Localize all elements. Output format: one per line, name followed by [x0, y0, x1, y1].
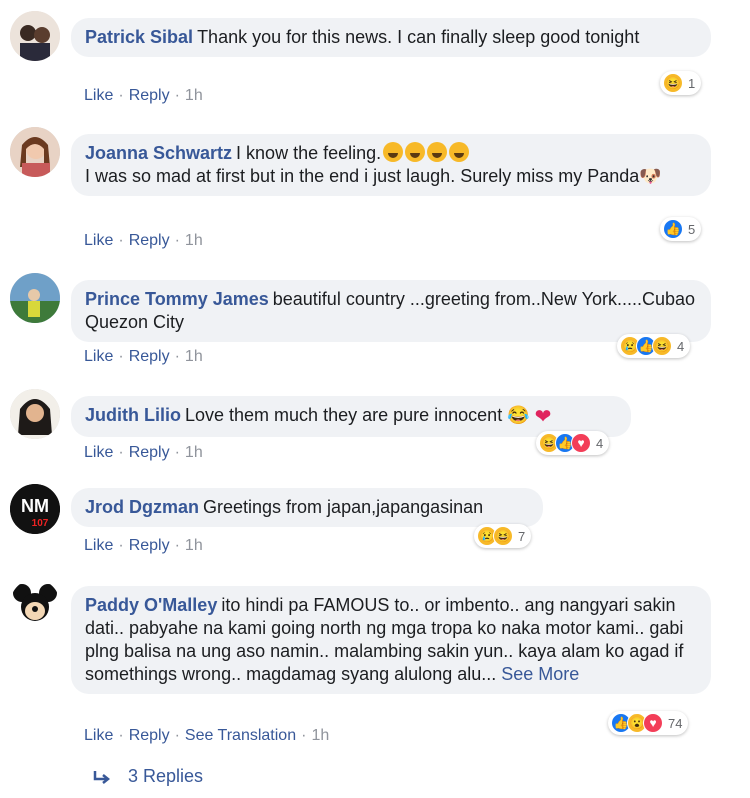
comment-actions: Like · Reply · 1h [84, 348, 203, 365]
reaction-summary[interactable]: 😆 1 [660, 71, 702, 95]
heart-emoji-icon: ❤ [534, 406, 552, 428]
grin-emoji-icon [427, 142, 448, 162]
comment-bubble: Paddy O'Malley ito hindi pa FAMOUS to.. o… [71, 586, 711, 694]
timestamp[interactable]: 1h [185, 444, 203, 461]
grin-emoji-icon [383, 142, 404, 162]
tears-of-joy-emoji-icon: 😂 [507, 405, 530, 425]
comment-actions: Like · Reply · 1h [84, 444, 203, 461]
reply-link[interactable]: Reply [129, 232, 170, 249]
svg-text:107: 107 [32, 518, 49, 529]
timestamp[interactable]: 1h [185, 348, 203, 365]
reaction-count: 5 [688, 221, 696, 237]
see-translation-link[interactable]: See Translation [185, 727, 296, 744]
replies-count-label[interactable]: 3 Replies [128, 766, 203, 787]
reply-link[interactable]: Reply [129, 87, 170, 104]
timestamp[interactable]: 1h [185, 232, 203, 249]
avatar[interactable] [10, 127, 60, 177]
comment-author[interactable]: Judith Lilio [85, 405, 181, 425]
comment-text: Thank you for this news. I can finally s… [197, 27, 640, 47]
comment-text: Greetings from japan,japangasinan [203, 497, 484, 517]
timestamp[interactable]: 1h [185, 87, 203, 104]
comment-author[interactable]: Joanna Schwartz [85, 143, 232, 163]
reaction-summary[interactable]: 😢 😆 7 [474, 524, 532, 548]
comment-actions: Like · Reply · 1h [84, 87, 203, 104]
like-link[interactable]: Like [84, 444, 113, 461]
reply-arrow-icon [93, 770, 111, 784]
like-link[interactable]: Like [84, 232, 113, 249]
reaction-count: 74 [668, 715, 683, 731]
reaction-summary[interactable]: 👍 5 [660, 217, 702, 241]
reaction-count: 7 [518, 528, 526, 544]
haha-icon: 😆 [663, 73, 683, 93]
like-link[interactable]: Like [84, 537, 113, 554]
reply-link[interactable]: Reply [129, 444, 170, 461]
see-more-link[interactable]: See More [501, 664, 579, 684]
comment-bubble: Jrod Dgzman Greetings from japan,japangas… [71, 488, 543, 527]
reaction-count: 4 [596, 435, 604, 451]
svg-text:NM: NM [21, 496, 49, 516]
avatar[interactable] [10, 11, 60, 61]
comment-author[interactable]: Prince Tommy James [85, 289, 269, 309]
comment-bubble: Joanna Schwartz I know the feeling. I was… [71, 134, 711, 196]
comment-text-line2: I was so mad at first but in the end i j… [85, 166, 640, 186]
reaction-summary[interactable]: 😢 👍 😆 4 [617, 334, 691, 358]
like-link[interactable]: Like [84, 87, 113, 104]
love-reaction-icon: ♥ [571, 433, 591, 453]
dog-emoji-icon: 🐶 [639, 166, 662, 186]
comment-actions: Like · Reply · See Translation · 1h [84, 727, 330, 744]
comment-bubble: Prince Tommy James beautiful country ...g… [71, 280, 711, 342]
avatar[interactable] [10, 389, 60, 439]
love-reaction-icon: ♥ [643, 713, 663, 733]
like-link[interactable]: Like [84, 348, 113, 365]
reaction-count: 4 [677, 338, 685, 354]
avatar[interactable] [10, 579, 60, 629]
grin-emoji-icon [449, 142, 470, 162]
reaction-count: 1 [688, 75, 696, 91]
comment-text: I know the feeling. [236, 143, 382, 163]
grin-emoji-icon [405, 142, 426, 162]
comment-bubble: Patrick Sibal Thank you for this news. I … [71, 18, 711, 57]
timestamp[interactable]: 1h [311, 727, 329, 744]
like-reaction-icon: 👍 [663, 219, 683, 239]
comment-text: Love them much they are pure innocent [185, 405, 503, 425]
reply-link[interactable]: Reply [129, 348, 170, 365]
reply-link[interactable]: Reply [129, 727, 170, 744]
comment-actions: Like · Reply · 1h [84, 537, 203, 554]
haha-icon: 😆 [652, 336, 672, 356]
view-replies-link[interactable]: 3 Replies [92, 766, 203, 787]
avatar[interactable]: NM 107 [10, 484, 60, 534]
comment-author[interactable]: Patrick Sibal [85, 27, 193, 47]
reply-link[interactable]: Reply [129, 537, 170, 554]
timestamp[interactable]: 1h [185, 537, 203, 554]
reaction-summary[interactable]: 👍 😮 ♥ 74 [608, 711, 689, 735]
comment-actions: Like · Reply · 1h [84, 232, 203, 249]
comment-author[interactable]: Jrod Dgzman [85, 497, 199, 517]
like-link[interactable]: Like [84, 727, 113, 744]
haha-icon: 😆 [493, 526, 513, 546]
reaction-summary[interactable]: 😆 👍 ♥ 4 [536, 431, 610, 455]
avatar[interactable] [10, 273, 60, 323]
comment-author[interactable]: Paddy O'Malley [85, 595, 217, 615]
